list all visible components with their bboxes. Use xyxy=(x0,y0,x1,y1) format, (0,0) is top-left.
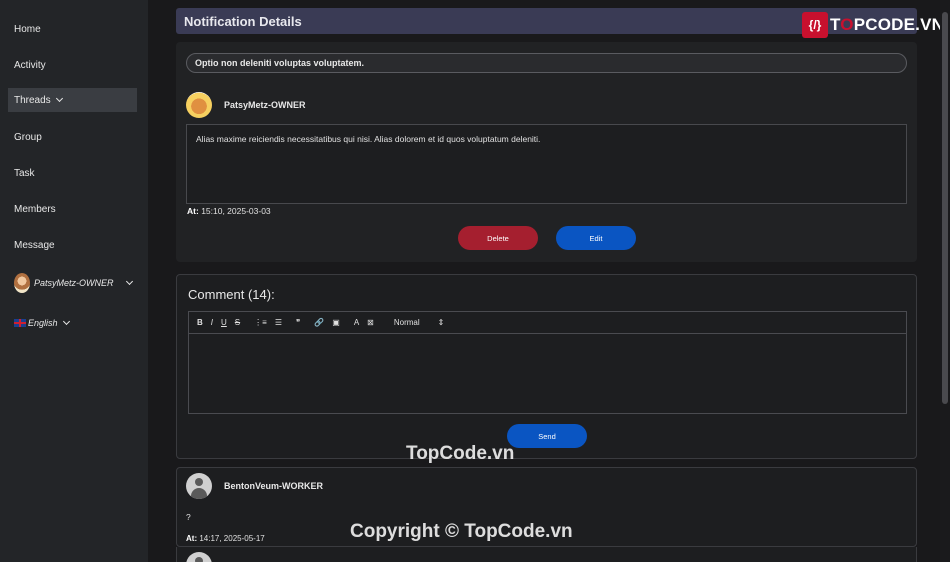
sidebar: Home Activity Threads Group Task Members… xyxy=(0,0,148,562)
user-placeholder-icon xyxy=(186,473,212,499)
language-label: English xyxy=(28,318,58,328)
scrollbar-thumb[interactable] xyxy=(942,12,948,404)
user-name: PatsyMetz-OWNER xyxy=(34,278,114,288)
sidebar-item-label: Task xyxy=(14,167,35,179)
sidebar-item-label: Members xyxy=(14,203,56,215)
at-label: At: xyxy=(186,534,198,543)
subject-text: Optio non deleniti voluptas voluptatem. xyxy=(195,58,365,68)
notification-card: Optio non deleniti voluptas voluptatem. … xyxy=(176,42,917,262)
underline-button[interactable]: U xyxy=(221,318,227,327)
chevron-down-icon xyxy=(55,94,63,103)
language-selector[interactable]: English xyxy=(14,314,94,332)
bullet-list-icon[interactable]: ☰ xyxy=(275,318,282,327)
edit-button[interactable]: Edit xyxy=(556,226,636,250)
sidebar-item-task[interactable]: Task xyxy=(8,161,137,185)
at-value: 15:10, 2025-03-03 xyxy=(201,206,271,216)
comment-editor: B I U S ⋮≡ ☰ ❞ 🔗 ▣ A ⊠ Normal ⇕ xyxy=(188,311,907,414)
body-text: Alias maxime reiciendis necessitatibus q… xyxy=(196,134,541,144)
user-menu[interactable]: PatsyMetz-OWNER xyxy=(14,273,138,293)
link-icon[interactable]: 🔗 xyxy=(314,318,324,327)
comment-input[interactable] xyxy=(189,334,906,414)
format-value: Normal xyxy=(393,318,420,327)
comment-item xyxy=(176,547,917,562)
sidebar-item-label: Group xyxy=(14,131,42,143)
sidebar-item-label: Activity xyxy=(14,59,46,71)
avatar xyxy=(14,273,30,293)
sidebar-item-members[interactable]: Members xyxy=(8,197,137,221)
watermark: TopCode.vn xyxy=(406,443,515,464)
quote-icon[interactable]: ❞ xyxy=(296,318,300,327)
sidebar-item-message[interactable]: Message xyxy=(8,233,137,257)
editor-toolbar: B I U S ⋮≡ ☰ ❞ 🔗 ▣ A ⊠ Normal ⇕ xyxy=(189,312,906,334)
author-name: BentonVeum-WORKER xyxy=(224,481,323,491)
notification-body: Alias maxime reiciendis necessitatibus q… xyxy=(186,124,907,204)
italic-button[interactable]: I xyxy=(211,318,213,327)
sidebar-item-label: Message xyxy=(14,239,55,251)
notification-author: PatsyMetz-OWNER xyxy=(186,92,306,118)
avatar xyxy=(186,92,212,118)
comment-author: BentonVeum-WORKER xyxy=(186,473,323,499)
comment-section: Comment (14): B I U S ⋮≡ ☰ ❞ 🔗 ▣ A ⊠ Nor… xyxy=(176,274,917,459)
clear-format-icon[interactable]: ⊠ xyxy=(367,318,374,327)
page-title: Notification Details xyxy=(184,13,302,29)
topcode-logo: {/} TOPCODE.VN xyxy=(802,11,944,39)
chevron-down-icon xyxy=(125,277,134,286)
select-arrow-icon: ⇕ xyxy=(437,318,445,327)
image-icon[interactable]: ▣ xyxy=(332,318,340,327)
author-name: PatsyMetz-OWNER xyxy=(224,100,306,110)
strike-button[interactable]: S xyxy=(235,318,240,327)
send-button[interactable]: Send xyxy=(507,424,587,448)
notification-subject: Optio non deleniti voluptas voluptatem. xyxy=(186,53,907,73)
logo-text: TOPCODE.VN xyxy=(830,15,945,34)
at-value: 14:17, 2025-05-17 xyxy=(199,534,265,543)
notification-timestamp: At: 15:10, 2025-03-03 xyxy=(187,206,271,216)
sidebar-item-group[interactable]: Group xyxy=(8,125,137,149)
at-label: At: xyxy=(187,206,199,216)
ordered-list-icon[interactable]: ⋮≡ xyxy=(254,318,267,327)
bold-button[interactable]: B xyxy=(197,318,203,327)
text-color-icon[interactable]: A xyxy=(354,318,359,327)
sidebar-item-threads[interactable]: Threads xyxy=(8,88,137,112)
user-placeholder-icon xyxy=(186,552,212,562)
chevron-down-icon xyxy=(62,317,70,326)
code-icon: {/} xyxy=(802,12,828,38)
sidebar-item-home[interactable]: Home xyxy=(8,17,137,41)
comment-text: ? xyxy=(186,512,191,522)
sidebar-item-label: Home xyxy=(14,23,41,35)
sidebar-item-label: Threads xyxy=(14,94,51,106)
watermark: Copyright © TopCode.vn xyxy=(350,521,573,542)
format-select[interactable]: Normal ⇕ xyxy=(394,318,444,327)
comment-timestamp: At: 14:17, 2025-05-17 xyxy=(186,534,265,543)
uk-flag-icon xyxy=(14,319,26,327)
sidebar-item-activity[interactable]: Activity xyxy=(8,53,137,77)
comment-count-title: Comment (14): xyxy=(188,287,275,302)
delete-button[interactable]: Delete xyxy=(458,226,538,250)
